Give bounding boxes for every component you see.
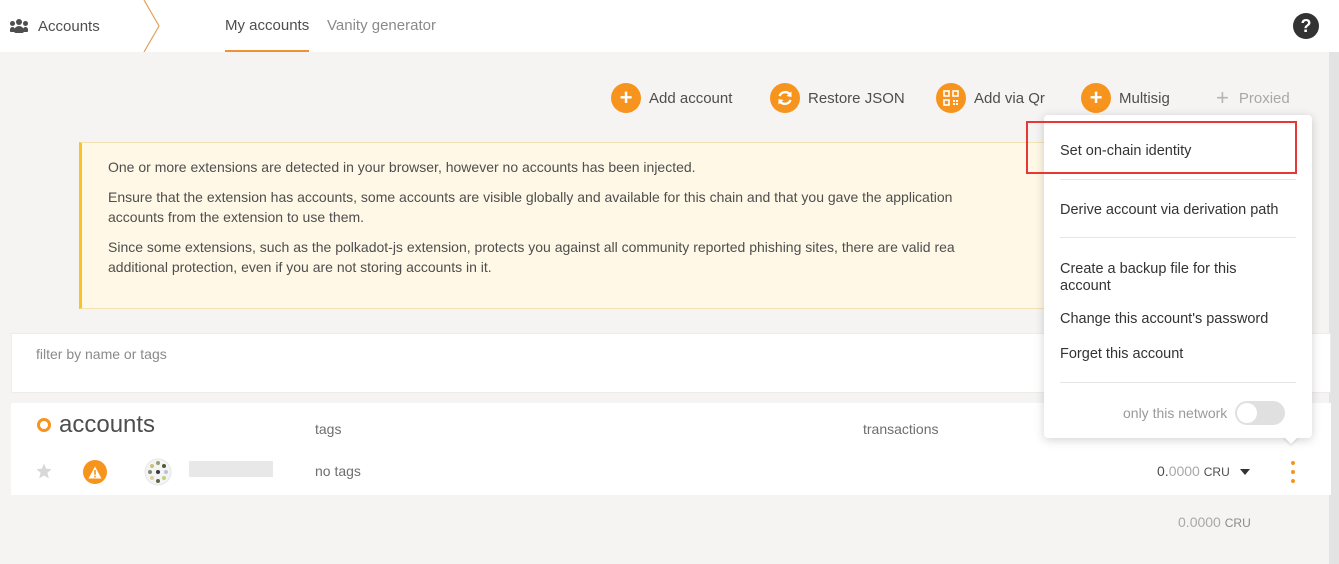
highlight-annotation [1026,121,1297,174]
total-balance: 0.0000 CRU [1178,514,1251,530]
multisig-button[interactable]: + Multisig [1081,82,1170,114]
accounts-table-title: accounts [37,411,155,439]
total-dec: 0000 [1189,514,1221,530]
account-name-redacted[interactable] [189,461,273,477]
plus-icon: + [1081,83,1111,113]
tab-vanity-generator[interactable]: Vanity generator [327,0,436,52]
add-via-qr-label: Add via Qr [974,89,1045,107]
menu-divider [1060,382,1296,383]
restore-json-button[interactable]: Restore JSON [770,82,905,114]
account-balance[interactable]: 0.0000 CRU [1157,463,1230,479]
proxied-button[interactable]: + Proxied [1216,82,1290,114]
add-account-label: Add account [649,89,733,107]
nav-section-label: Accounts [38,17,100,35]
total-unit: CRU [1224,516,1251,530]
users-icon [10,19,28,33]
menu-item-change-password[interactable]: Change this account's password [1060,311,1300,328]
only-this-network-label: only this network [1123,405,1228,421]
warning-line-1: One or more extensions are detected in y… [108,159,696,175]
extension-warning-banner: One or more extensions are detected in y… [79,142,1079,309]
proxied-label: Proxied [1238,89,1290,107]
menu-item-create-backup[interactable]: Create a backup file for this account [1060,261,1265,295]
balance-int: 0. [1157,463,1169,479]
tab-my-accounts[interactable]: My accounts [207,0,327,52]
warning-line-3b: additional protection, even if you are n… [108,259,492,275]
balance-dec: 0000 [1168,463,1200,479]
warning-line-3: Since some extensions, such as the polka… [108,239,955,255]
warning-icon [83,460,107,484]
plus-icon: + [611,83,641,113]
filter-input[interactable] [36,346,636,362]
nav-section-accounts[interactable]: Accounts [10,0,100,52]
menu-divider [1060,179,1296,180]
column-header-transactions: transactions [863,421,939,437]
star-icon[interactable] [35,462,53,480]
column-header-tags: tags [315,421,342,437]
identicon-icon[interactable] [144,458,172,486]
account-tags: no tags [315,463,361,479]
warning-line-2b: accounts from the extension to use them. [108,209,365,225]
menu-item-forget-account[interactable]: Forget this account [1060,346,1300,363]
only-this-network-row: only this network [1123,401,1286,425]
warning-line-2: Ensure that the extension has accounts, … [108,189,953,205]
help-icon[interactable]: ? [1293,13,1319,39]
only-this-network-toggle[interactable] [1235,401,1286,425]
total-int: 0. [1178,514,1190,530]
restore-json-label: Restore JSON [808,89,905,107]
chevron-down-icon[interactable] [1240,469,1250,475]
more-options-icon[interactable] [1286,461,1300,483]
menu-item-derive-account[interactable]: Derive account via derivation path [1060,202,1300,219]
plus-icon: + [1216,85,1229,110]
menu-caret [1283,436,1299,444]
qrcode-icon [936,83,966,113]
menu-divider [1060,237,1296,238]
tab-my-accounts-label: My accounts [225,17,310,34]
breadcrumb-chevron-icon [143,0,160,52]
balance-unit: CRU [1203,465,1230,479]
accounts-title-label: accounts [59,411,156,438]
add-via-qr-button[interactable]: Add via Qr [936,82,1045,114]
sync-icon [770,83,800,113]
add-account-button[interactable]: + Add account [611,82,732,114]
multisig-label: Multisig [1119,89,1170,107]
top-bar: Accounts My accounts Vanity generator ? [0,0,1339,52]
circle-icon [37,418,51,432]
